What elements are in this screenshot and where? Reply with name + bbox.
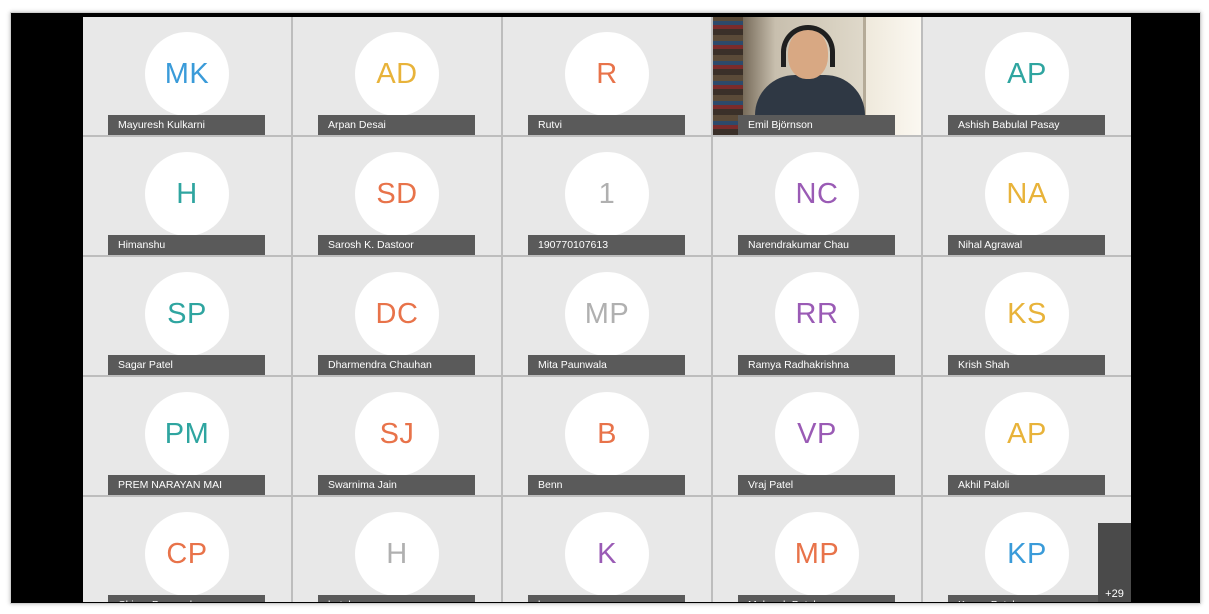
participant-avatar: PM (145, 392, 229, 476)
participant-avatar: AD (355, 32, 439, 116)
participant-name: Dharmendra Chauhan (318, 355, 475, 375)
participant-avatar: RR (775, 272, 859, 356)
participant-avatar: CP (145, 512, 229, 596)
participant-avatar: NA (985, 152, 1069, 236)
participant-name: Krish Shah (948, 355, 1105, 375)
participant-name: Benn (528, 475, 685, 495)
more-participants-count: +29 (1105, 588, 1124, 600)
participant-avatar: SD (355, 152, 439, 236)
participant-tile[interactable]: SJ Swarnima Jain (293, 377, 501, 495)
participant-tile[interactable]: Emil Björnson (713, 17, 921, 135)
participant-tile[interactable]: 1 190770107613 (503, 137, 711, 255)
participant-avatar: NC (775, 152, 859, 236)
participant-avatar: B (565, 392, 649, 476)
participant-avatar: KP (985, 512, 1069, 596)
participant-tile[interactable]: B Benn (503, 377, 711, 495)
participant-tile[interactable]: AP Akhil Paloli (923, 377, 1131, 495)
participant-tile[interactable]: R Rutvi (503, 17, 711, 135)
participant-name: Vraj Patel (738, 475, 895, 495)
participant-avatar: SP (145, 272, 229, 356)
participant-name: Ashish Babulal Pasay (948, 115, 1105, 135)
participant-tile[interactable]: H Himanshu (83, 137, 291, 255)
participant-avatar: SJ (355, 392, 439, 476)
participant-tile[interactable]: RR Ramya Radhakrishna (713, 257, 921, 375)
participant-name: PREM NARAYAN MAI (108, 475, 265, 495)
participant-name: Maharsh Patel (738, 595, 895, 602)
participant-name: Kavan Patel (948, 595, 1105, 602)
participant-name: Nihal Agrawal (948, 235, 1105, 255)
participant-avatar: KS (985, 272, 1069, 356)
participant-name: Mita Paunwala (528, 355, 685, 375)
participant-tile[interactable]: MPMaharsh Patel (713, 497, 921, 602)
participant-tile[interactable]: SP Sagar Patel (83, 257, 291, 375)
participant-tile[interactable]: Hhetal (293, 497, 501, 602)
participant-avatar: H (145, 152, 229, 236)
more-participants-button[interactable]: +29 (1098, 523, 1131, 602)
left-letterbox (15, 17, 83, 602)
participant-avatar: MP (775, 512, 859, 596)
participant-name: Mayuresh Kulkarni (108, 115, 265, 135)
participant-gallery: MK Mayuresh Kulkarni AD Arpan Desai R Rutvi Em… (83, 17, 1131, 602)
headset (781, 25, 835, 67)
participant-avatar: AP (985, 32, 1069, 116)
participant-tile[interactable]: CPChirag Paunwala (83, 497, 291, 602)
participant-name: hetal (318, 595, 475, 602)
participant-name: Sarosh K. Dastoor (318, 235, 475, 255)
participant-name: Arpan Desai (318, 115, 475, 135)
right-letterbox (1131, 17, 1189, 602)
participant-avatar: MP (565, 272, 649, 356)
participant-name: Rutvi (528, 115, 685, 135)
participant-tile[interactable]: MP Mita Paunwala (503, 257, 711, 375)
participant-tile[interactable]: KS Krish Shah (923, 257, 1131, 375)
participant-avatar: R (565, 32, 649, 116)
participant-tile[interactable]: SD Sarosh K. Dastoor (293, 137, 501, 255)
participant-avatar: H (355, 512, 439, 596)
participant-avatar: VP (775, 392, 859, 476)
participant-name: Narendrakumar Chau (738, 235, 895, 255)
participant-name: Himanshu (108, 235, 265, 255)
participant-avatar: AP (985, 392, 1069, 476)
participant-tile[interactable]: NA Nihal Agrawal (923, 137, 1131, 255)
participant-tile[interactable]: AD Arpan Desai (293, 17, 501, 135)
participant-name: Ramya Radhakrishna (738, 355, 895, 375)
participant-tile[interactable]: NC Narendrakumar Chau (713, 137, 921, 255)
participant-avatar: DC (355, 272, 439, 356)
participant-name: Chirag Paunwala (108, 595, 265, 602)
participant-name: Sagar Patel (108, 355, 265, 375)
participant-name: karan (528, 595, 685, 602)
participant-tile[interactable]: Kkaran (503, 497, 711, 602)
participant-avatar: K (565, 512, 649, 596)
participant-avatar: MK (145, 32, 229, 116)
participant-name: 190770107613 (528, 235, 685, 255)
participant-name: Emil Björnson (738, 115, 895, 135)
participant-avatar: 1 (565, 152, 649, 236)
participant-tile[interactable]: PM PREM NARAYAN MAI (83, 377, 291, 495)
participant-tile[interactable]: DC Dharmendra Chauhan (293, 257, 501, 375)
participant-name: Swarnima Jain (318, 475, 475, 495)
participant-name: Akhil Paloli (948, 475, 1105, 495)
participant-tile[interactable]: MK Mayuresh Kulkarni (83, 17, 291, 135)
participant-tile[interactable]: VP Vraj Patel (713, 377, 921, 495)
participant-tile[interactable]: AP Ashish Babulal Pasay (923, 17, 1131, 135)
